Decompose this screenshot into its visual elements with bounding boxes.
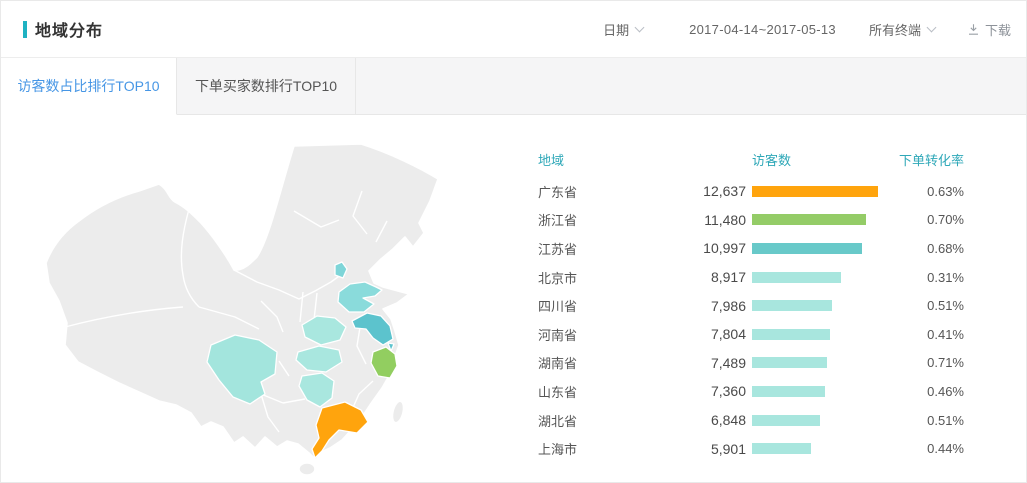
visitors-value: 7,986 (650, 298, 746, 314)
visitors-bar (752, 386, 825, 397)
region-label: 山东省 (538, 382, 650, 401)
tab-bar: 访客数占比排行TOP10 下单买家数排行TOP10 (1, 58, 1026, 115)
table-row: 河南省 7,804 0.41% (538, 320, 964, 349)
tab-bar-filler (356, 58, 1026, 115)
conversion-value: 0.63% (884, 184, 964, 199)
visitors-bar-cell (746, 186, 884, 197)
panel-header: 地域分布 日期 2017-04-14~2017-05-13 所有终端 下载 (1, 1, 1026, 58)
visitors-value: 11,480 (650, 212, 746, 228)
visitors-value: 7,804 (650, 326, 746, 342)
page-title: 地域分布 (35, 17, 103, 41)
china-map[interactable] (21, 131, 511, 479)
visitors-bar (752, 300, 832, 311)
map-taiwan-island (390, 400, 405, 424)
visitors-bar-cell (746, 272, 884, 283)
conversion-value: 0.44% (884, 441, 964, 456)
table-row: 山东省 7,360 0.46% (538, 377, 964, 406)
visitors-bar (752, 272, 841, 283)
visitors-bar-cell (746, 214, 884, 225)
visitors-bar (752, 186, 878, 197)
ranking-table: 地域 访客数 下单转化率 广东省 12,637 0.63% 浙江省 11,480 (538, 149, 964, 463)
conversion-value: 0.70% (884, 212, 964, 227)
tab-label: 访客数占比排行TOP10 (17, 76, 159, 96)
conversion-value: 0.51% (884, 298, 964, 313)
visitors-bar-cell (746, 243, 884, 254)
chevron-down-icon (927, 22, 937, 32)
map-hainan-island (299, 463, 315, 475)
visitors-bar (752, 329, 830, 340)
visitors-bar (752, 357, 827, 368)
terminal-select-dropdown[interactable]: 所有终端 (869, 20, 935, 39)
visitors-bar-cell (746, 415, 884, 426)
download-icon (967, 23, 980, 36)
region-label: 浙江省 (538, 210, 650, 229)
column-header-visitors: 访客数 (746, 150, 884, 169)
conversion-value: 0.41% (884, 327, 964, 342)
column-header-conversion: 下单转化率 (884, 150, 964, 169)
visitors-bar-cell (746, 443, 884, 454)
table-row: 湖北省 6,848 0.51% (538, 406, 964, 435)
table-row: 广东省 12,637 0.63% (538, 177, 964, 206)
visitors-bar-cell (746, 386, 884, 397)
region-label: 四川省 (538, 296, 650, 315)
visitors-value: 6,848 (650, 412, 746, 428)
conversion-value: 0.71% (884, 355, 964, 370)
conversion-value: 0.51% (884, 413, 964, 428)
region-label: 河南省 (538, 325, 650, 344)
table-row: 上海市 5,901 0.44% (538, 434, 964, 463)
tab-visitor-ranking[interactable]: 访客数占比排行TOP10 (1, 58, 177, 115)
visitors-bar (752, 243, 862, 254)
visitors-bar-cell (746, 357, 884, 368)
visitors-bar-cell (746, 300, 884, 311)
tab-label: 下单买家数排行TOP10 (195, 76, 337, 96)
visitors-value: 10,997 (650, 240, 746, 256)
conversion-value: 0.46% (884, 384, 964, 399)
panel-content: 地域 访客数 下单转化率 广东省 12,637 0.63% 浙江省 11,480 (1, 115, 1026, 483)
map-landmass (46, 144, 438, 460)
region-distribution-panel: 地域分布 日期 2017-04-14~2017-05-13 所有终端 下载 访客… (0, 0, 1027, 483)
visitors-bar (752, 415, 820, 426)
table-row: 江苏省 10,997 0.68% (538, 234, 964, 263)
conversion-value: 0.31% (884, 270, 964, 285)
table-header-row: 地域 访客数 下单转化率 (538, 149, 964, 169)
tab-buyer-ranking[interactable]: 下单买家数排行TOP10 (177, 58, 356, 115)
visitors-bar (752, 214, 866, 225)
chevron-down-icon (635, 22, 645, 32)
title-accent-bar (23, 21, 27, 38)
download-button[interactable]: 下载 (967, 20, 1011, 39)
date-range-value: 2017-04-14~2017-05-13 (689, 22, 836, 37)
region-label: 广东省 (538, 182, 650, 201)
region-label: 北京市 (538, 268, 650, 287)
region-label: 上海市 (538, 439, 650, 458)
region-label: 江苏省 (538, 239, 650, 258)
visitors-value: 8,917 (650, 269, 746, 285)
visitors-value: 5,901 (650, 441, 746, 457)
region-label: 湖北省 (538, 411, 650, 430)
visitors-value: 12,637 (650, 183, 746, 199)
download-label: 下载 (985, 20, 1011, 39)
terminal-select-label: 所有终端 (869, 20, 921, 39)
date-picker-dropdown[interactable]: 日期 (603, 20, 643, 39)
table-row: 湖南省 7,489 0.71% (538, 349, 964, 378)
conversion-value: 0.68% (884, 241, 964, 256)
table-body: 广东省 12,637 0.63% 浙江省 11,480 0.70% 江苏省 10… (538, 177, 964, 463)
visitors-bar (752, 443, 811, 454)
date-picker-label: 日期 (603, 20, 629, 39)
table-row: 北京市 8,917 0.31% (538, 263, 964, 292)
region-label: 湖南省 (538, 353, 650, 372)
table-row: 四川省 7,986 0.51% (538, 291, 964, 320)
header-controls: 日期 2017-04-14~2017-05-13 所有终端 下载 (603, 20, 1026, 39)
table-row: 浙江省 11,480 0.70% (538, 206, 964, 235)
column-header-region: 地域 (538, 150, 650, 169)
visitors-bar-cell (746, 329, 884, 340)
visitors-value: 7,360 (650, 383, 746, 399)
visitors-value: 7,489 (650, 355, 746, 371)
